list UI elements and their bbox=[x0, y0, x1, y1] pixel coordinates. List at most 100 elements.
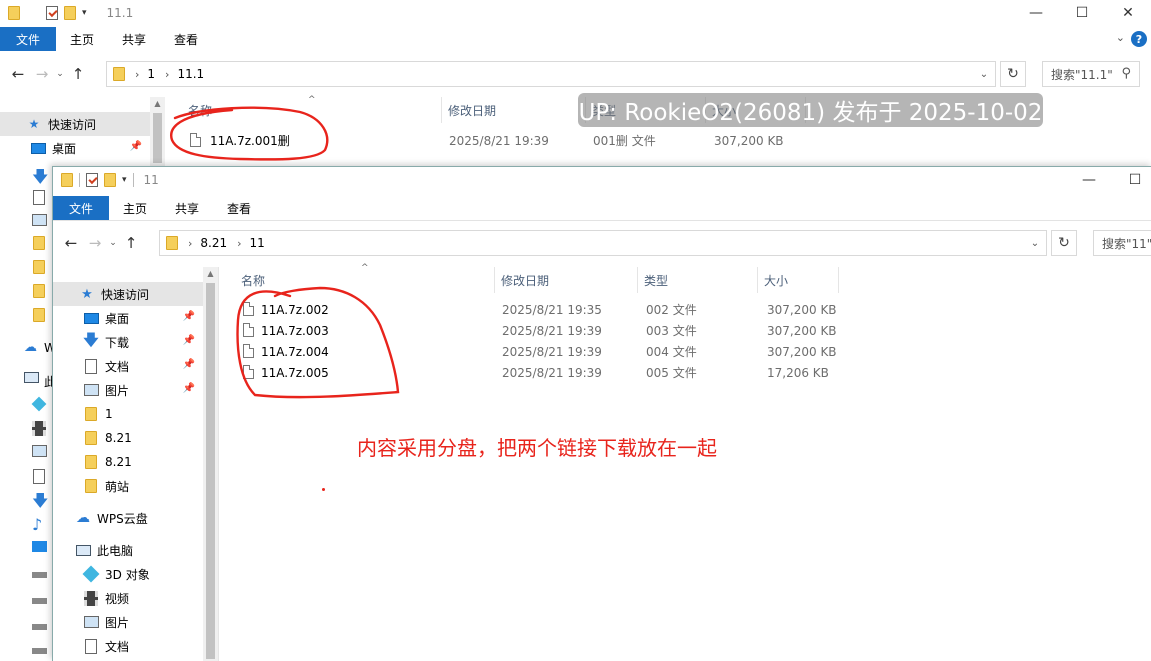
tab-view[interactable]: 查看 bbox=[213, 196, 265, 220]
refresh-button[interactable]: ↻ bbox=[1000, 61, 1026, 87]
address-dropdown-icon[interactable]: ⌄ bbox=[1023, 231, 1046, 255]
search-input[interactable]: 搜索"11.1" ⚲ bbox=[1042, 61, 1140, 87]
sidebar-item[interactable]: 文档 bbox=[53, 634, 203, 658]
column-name[interactable]: 名称 bbox=[235, 267, 495, 293]
column-size[interactable]: 大小 bbox=[758, 267, 839, 293]
back-arrow-icon[interactable]: ← bbox=[6, 65, 30, 83]
sidebar-item-quick-access[interactable]: ★ 快速访问 bbox=[0, 112, 150, 136]
help-icon[interactable]: ? bbox=[1131, 31, 1147, 47]
sidebar-item-desktop[interactable]: 桌面 📌 bbox=[0, 136, 150, 160]
tab-file[interactable]: 文件 bbox=[53, 196, 110, 220]
scroll-up-icon[interactable]: ▲ bbox=[203, 269, 218, 278]
up-arrow-icon[interactable]: ↑ bbox=[119, 234, 143, 252]
properties-icon[interactable] bbox=[46, 6, 58, 20]
sidebar-item[interactable]: 3D 对象 bbox=[53, 562, 203, 586]
document-icon bbox=[33, 190, 48, 206]
file-type: 002 文件 bbox=[646, 303, 697, 317]
column-date[interactable]: 修改日期 bbox=[442, 97, 586, 123]
sidebar-item[interactable]: 8.21 bbox=[53, 426, 203, 450]
sidebar-item[interactable]: 视频 bbox=[53, 586, 203, 610]
properties-icon[interactable] bbox=[86, 173, 98, 187]
tab-share[interactable]: 共享 bbox=[108, 27, 160, 51]
maximize-button[interactable]: ☐ bbox=[1112, 167, 1151, 193]
scrollbar-thumb[interactable] bbox=[206, 283, 215, 659]
file-row[interactable]: 11A.7z.005 2025/8/21 19:39 005 文件 17,206 KB bbox=[235, 362, 935, 383]
file-row[interactable]: 11A.7z.001删 2025/8/21 19:39 001删 文件 307,… bbox=[182, 130, 882, 151]
column-type[interactable]: 类型 bbox=[638, 267, 758, 293]
file-name: 11A.7z.004 bbox=[261, 344, 329, 359]
recent-locations-icon[interactable]: ⌄ bbox=[54, 69, 66, 79]
sidebar-item[interactable]: 文档 📌 bbox=[53, 354, 203, 378]
expand-ribbon-icon[interactable]: ⌄ bbox=[1116, 31, 1125, 44]
sidebar-item-label: 8.21 bbox=[105, 431, 132, 445]
sidebar-item[interactable]: ★ 快速访问 bbox=[53, 282, 203, 306]
title-bar: ▾ 11.1 — ☐ ✕ bbox=[0, 0, 1151, 26]
sidebar-item-label: 文档 bbox=[105, 359, 130, 374]
sidebar-scrollbar[interactable]: ▲ bbox=[203, 267, 218, 661]
file-row[interactable]: 11A.7z.003 2025/8/21 19:39 003 文件 307,200 K… bbox=[235, 320, 935, 341]
tab-view[interactable]: 查看 bbox=[160, 27, 212, 51]
search-icon: ⚲ bbox=[1121, 66, 1131, 81]
sidebar-item[interactable]: 此电脑 bbox=[53, 538, 203, 562]
file-row[interactable]: 11A.7z.004 2025/8/21 19:39 004 文件 307,200 K… bbox=[235, 341, 935, 362]
search-input[interactable]: 搜索"11" bbox=[1093, 230, 1151, 256]
file-icon bbox=[190, 133, 201, 150]
breadcrumb-item[interactable]: 1 bbox=[147, 67, 155, 81]
forward-arrow-icon[interactable]: → bbox=[30, 65, 54, 83]
new-folder-icon[interactable] bbox=[64, 6, 76, 20]
picture-icon bbox=[32, 445, 47, 461]
new-folder-icon[interactable] bbox=[104, 173, 116, 187]
file-type: 003 文件 bbox=[646, 324, 697, 338]
address-bar[interactable]: › 8.21 › 11 ⌄ bbox=[159, 230, 1047, 256]
file-size: 307,200 KB bbox=[767, 323, 837, 338]
column-date[interactable]: 修改日期 bbox=[495, 267, 638, 293]
tab-file[interactable]: 文件 bbox=[0, 27, 57, 51]
scrollbar-thumb[interactable] bbox=[153, 113, 162, 163]
customize-toolbar-icon[interactable]: ▾ bbox=[122, 175, 127, 185]
sidebar-item[interactable]: 桌面 📌 bbox=[53, 306, 203, 330]
sidebar-item-label: 桌面 bbox=[105, 311, 130, 326]
sidebar-item[interactable]: 图片 bbox=[53, 610, 203, 634]
recent-locations-icon[interactable]: ⌄ bbox=[107, 238, 119, 248]
file-date: 2025/8/21 19:39 bbox=[502, 323, 602, 338]
sidebar-item[interactable]: 8.21 bbox=[53, 450, 203, 474]
maximize-button[interactable]: ☐ bbox=[1059, 0, 1105, 26]
file-name: 11A.7z.003 bbox=[261, 323, 329, 338]
minimize-button[interactable]: — bbox=[1013, 0, 1059, 26]
tab-home[interactable]: 主页 bbox=[56, 27, 108, 51]
customize-toolbar-icon[interactable]: ▾ bbox=[82, 8, 87, 18]
breadcrumb-item[interactable]: 11.1 bbox=[177, 67, 204, 81]
address-bar[interactable]: › 1 › 11.1 ⌄ bbox=[106, 61, 996, 87]
breadcrumb-item[interactable]: 11 bbox=[250, 236, 265, 250]
tab-home[interactable]: 主页 bbox=[109, 196, 161, 220]
file-icon bbox=[243, 344, 254, 361]
column-header: ^ 名称 修改日期 类型 大小 bbox=[235, 263, 935, 293]
close-button[interactable]: ✕ bbox=[1105, 0, 1151, 26]
forward-arrow-icon[interactable]: → bbox=[83, 234, 107, 252]
address-dropdown-icon[interactable]: ⌄ bbox=[972, 62, 995, 86]
file-date: 2025/8/21 19:35 bbox=[502, 302, 602, 317]
file-row[interactable]: 11A.7z.002 2025/8/21 19:35 002 文件 307,200 K… bbox=[235, 299, 935, 320]
sidebar-item[interactable]: 🡇 下载 📌 bbox=[53, 330, 203, 354]
sidebar-item[interactable]: ☁ WPS云盘 bbox=[53, 506, 203, 530]
sidebar-item[interactable]: 图片 📌 bbox=[53, 378, 203, 402]
breadcrumb-item[interactable]: 8.21 bbox=[200, 236, 227, 250]
chevron-right-icon: › bbox=[237, 236, 242, 250]
file-size: 307,200 KB bbox=[714, 133, 784, 148]
sidebar-item[interactable]: 萌站 bbox=[53, 474, 203, 498]
column-name[interactable]: 名称 bbox=[182, 97, 442, 123]
refresh-button[interactable]: ↻ bbox=[1051, 230, 1077, 256]
computer-icon bbox=[75, 542, 91, 558]
sidebar-item-label: WPS云盘 bbox=[97, 511, 148, 526]
scroll-up-icon[interactable]: ▲ bbox=[150, 99, 165, 108]
computer-icon bbox=[24, 372, 39, 388]
minimize-button[interactable]: — bbox=[1066, 167, 1112, 193]
folder-icon bbox=[33, 308, 48, 324]
sidebar-item[interactable]: 1 bbox=[53, 402, 203, 426]
up-arrow-icon[interactable]: ↑ bbox=[66, 65, 90, 83]
back-arrow-icon[interactable]: ← bbox=[59, 234, 83, 252]
tab-share[interactable]: 共享 bbox=[161, 196, 213, 220]
sidebar-scrollbar[interactable]: ▲ bbox=[150, 97, 165, 167]
sidebar-item-label: 文档 bbox=[105, 639, 130, 654]
file-name: 11A.7z.001删 bbox=[210, 134, 290, 148]
